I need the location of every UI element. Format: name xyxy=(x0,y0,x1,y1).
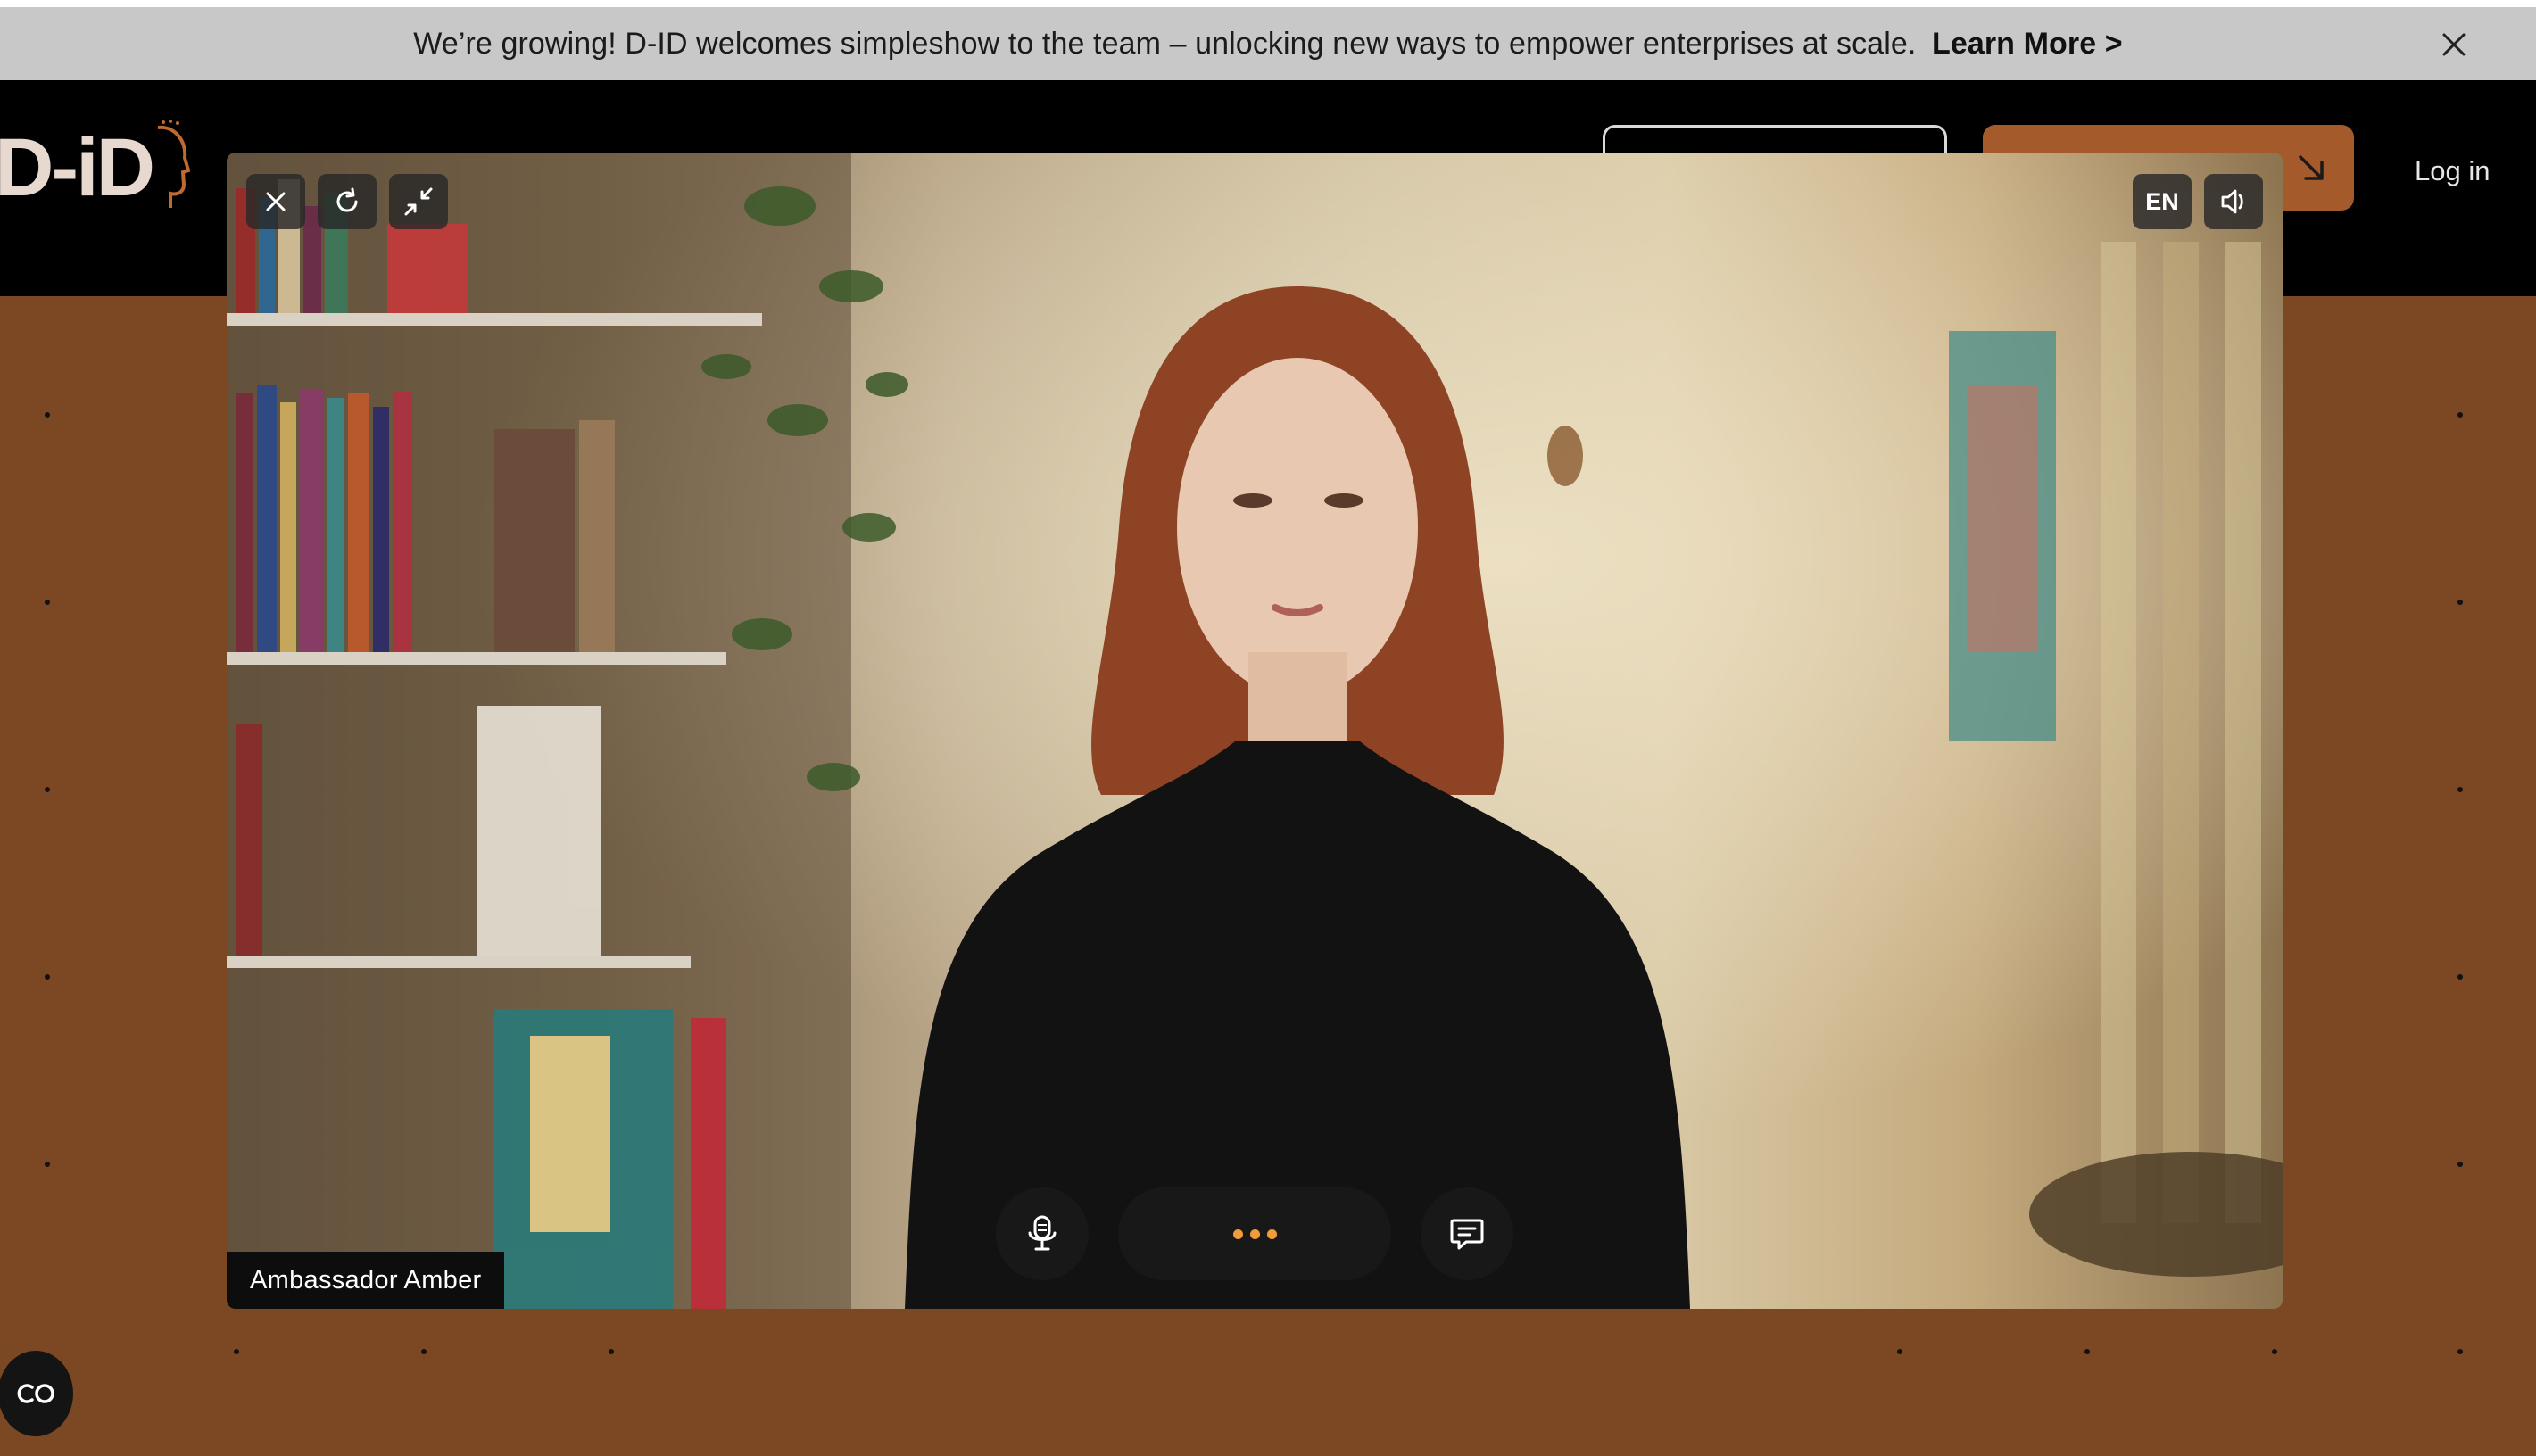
status-dot xyxy=(1232,1228,1243,1239)
refresh-icon xyxy=(336,187,358,212)
login-link[interactable]: Log in xyxy=(2415,155,2490,187)
dot xyxy=(45,974,50,980)
d-id-logo[interactable]: D-iD xyxy=(0,114,191,221)
restart-button[interactable] xyxy=(318,174,377,229)
avatar-video-player[interactable]: EN Ambassador Amber xyxy=(227,153,2283,1309)
banner-text: We’re growing! D-ID welcomes simpleshow … xyxy=(413,27,2122,62)
cc-icon xyxy=(17,1384,54,1403)
dot xyxy=(45,787,50,792)
speaker-icon xyxy=(2221,189,2243,214)
close-icon xyxy=(2442,33,2466,56)
close-icon xyxy=(266,192,286,211)
captions-button[interactable] xyxy=(0,1351,73,1436)
dot xyxy=(2457,787,2463,792)
chat-bubble-icon xyxy=(1450,1219,1484,1250)
chat-button[interactable] xyxy=(1421,1187,1513,1280)
status-dot xyxy=(1266,1228,1277,1239)
dot xyxy=(2457,974,2463,980)
minimize-button[interactable] xyxy=(389,174,448,229)
dot xyxy=(45,1162,50,1167)
dot xyxy=(2457,1349,2463,1354)
microphone-icon xyxy=(1028,1215,1057,1251)
announcement-banner: We’re growing! D-ID welcomes simpleshow … xyxy=(0,7,2536,80)
dot xyxy=(45,412,50,418)
status-dot xyxy=(1249,1228,1260,1239)
microphone-button[interactable] xyxy=(996,1187,1089,1280)
dot xyxy=(2272,1349,2277,1354)
logo-head-icon xyxy=(157,120,191,208)
logo-text: D-iD xyxy=(0,121,155,213)
banner-close-button[interactable] xyxy=(2436,27,2472,62)
dot xyxy=(2457,412,2463,418)
banner-message: We’re growing! D-ID welcomes simpleshow … xyxy=(413,26,1917,61)
sound-button[interactable] xyxy=(2204,174,2263,229)
dot xyxy=(421,1349,427,1354)
speaking-status-indicator xyxy=(1118,1187,1391,1280)
language-button[interactable]: EN xyxy=(2133,174,2192,229)
dot xyxy=(234,1349,239,1354)
arrow-down-right-icon xyxy=(2299,155,2324,180)
dot xyxy=(2457,1162,2463,1167)
dot xyxy=(45,600,50,605)
dot xyxy=(1897,1349,1902,1354)
dot xyxy=(2457,600,2463,605)
top-strip xyxy=(0,0,2536,7)
dot xyxy=(2084,1349,2090,1354)
avatar-video-frame xyxy=(227,153,2283,1309)
dot xyxy=(609,1349,614,1354)
learn-more-link[interactable]: Learn More > xyxy=(1932,27,2123,61)
minimize-icon xyxy=(404,187,433,216)
close-player-button[interactable] xyxy=(246,174,305,229)
agent-name-label: Ambassador Amber xyxy=(227,1252,505,1309)
